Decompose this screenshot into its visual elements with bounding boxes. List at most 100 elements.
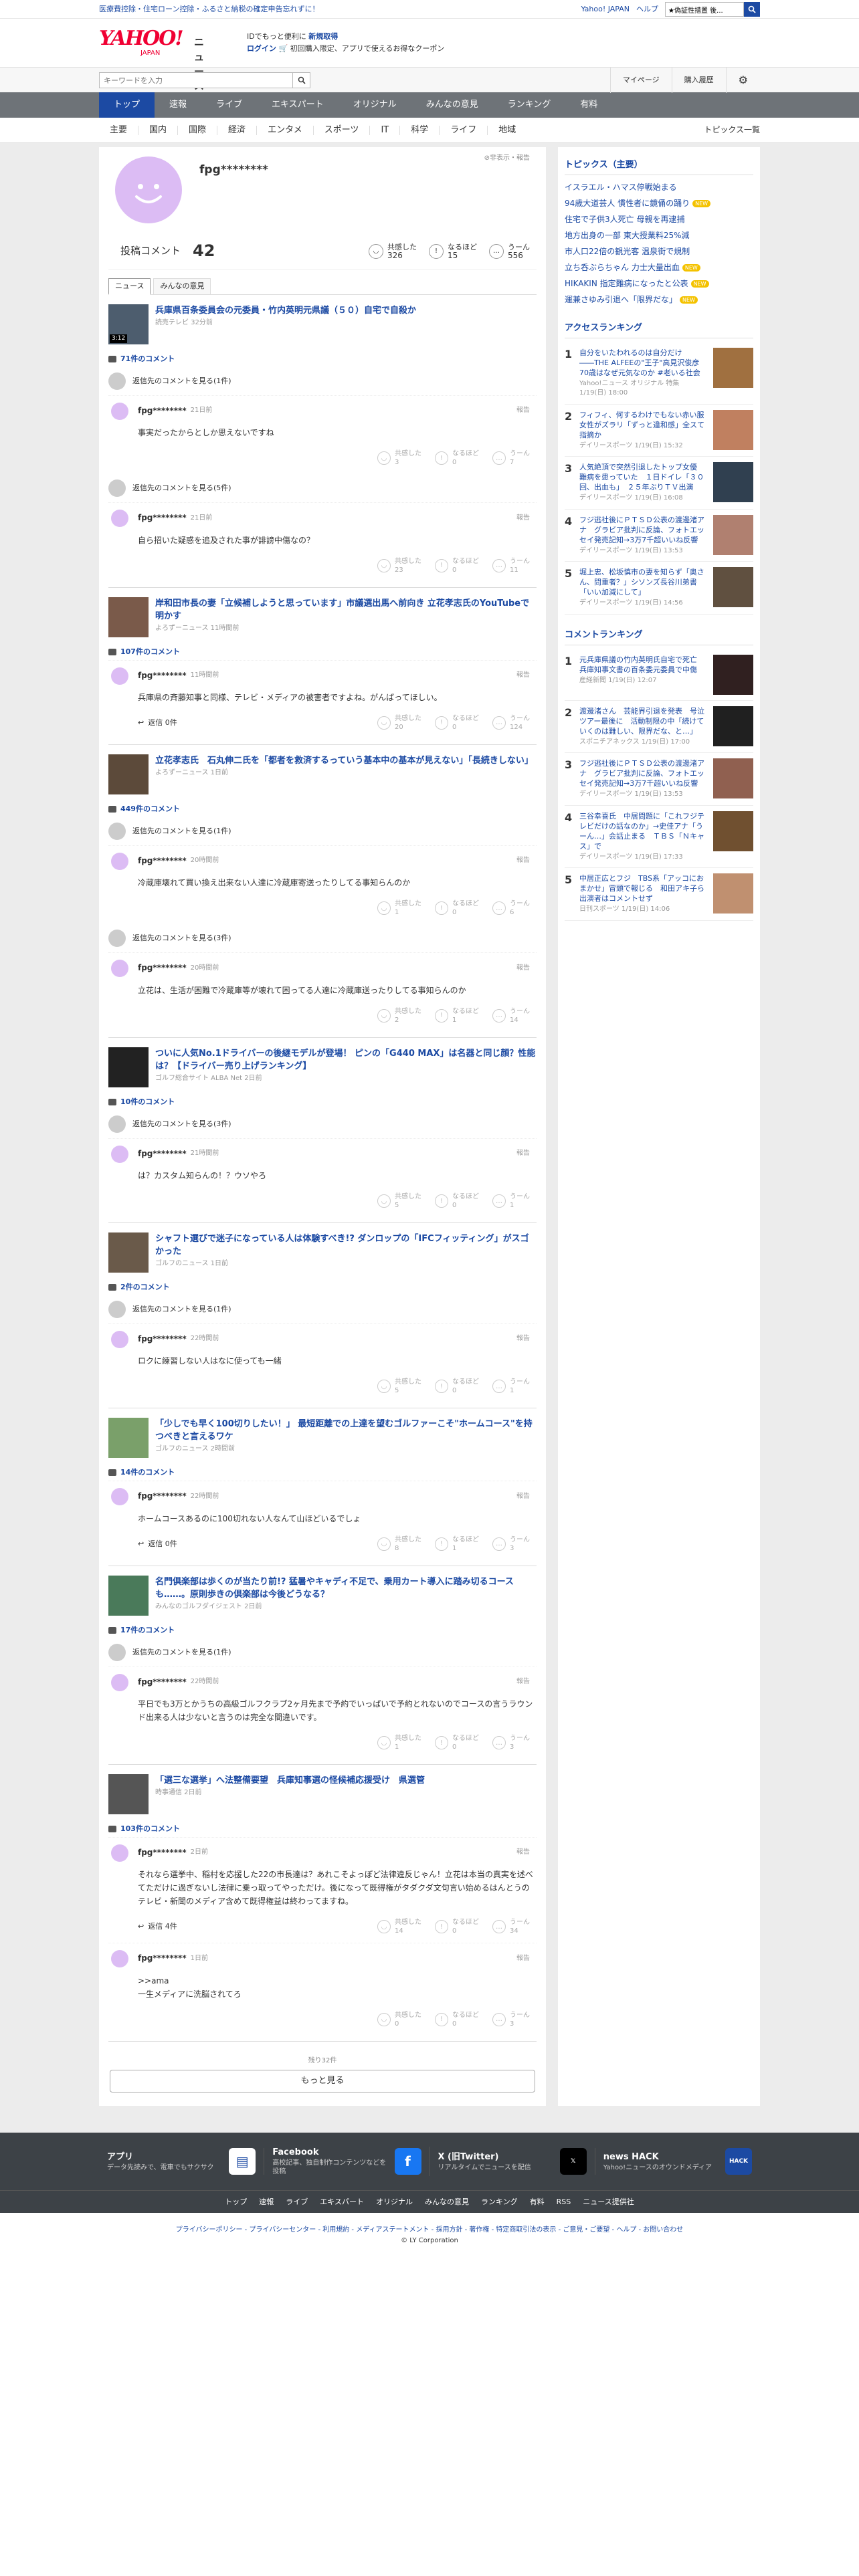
rank-title[interactable]: 堀上忠、松坂慎市の妻を知らず「奥さん、問重者？」シソンズ長谷川弟書「いい加減にし… [579,567,708,597]
nav-item[interactable]: 速報 [155,92,201,118]
rank-thumbnail[interactable] [713,706,753,746]
more-button[interactable]: もっと見る [110,2070,535,2093]
comment-user[interactable]: fpg******** [138,1148,187,1160]
tab-news[interactable]: ニュース [108,278,151,295]
reply-button[interactable]: ↩ 返信 0件 [138,1539,177,1549]
article-header[interactable]: 立花孝志氏 石丸伸二氏を「都者を救済するっていう基本中の基本が見えない」「長続き… [108,754,537,794]
reaction-button[interactable]: … うーん 6 [492,899,530,917]
reaction-button[interactable]: … うーん 34 [492,1918,530,1935]
reaction-button[interactable]: ◡ 共感した 23 [377,557,421,574]
report-link[interactable]: 報告 [516,1848,530,1858]
comment-user[interactable]: fpg******** [138,512,187,524]
reaction-button[interactable]: … うーん 3 [492,1734,530,1751]
article-title[interactable]: ついに人気No.1ドライバーの後継モデルが登場！ ピンの「G440 MAX」は名… [155,1047,537,1073]
footer-nav-link[interactable]: RSS [557,2197,571,2208]
reaction-button[interactable]: … うーん 14 [492,1007,530,1025]
parent-comment-link[interactable]: 返信先のコメントを見る(3件) [108,924,537,952]
article-thumbnail[interactable] [108,1232,149,1273]
footer-nav-link[interactable]: エキスパート [320,2197,364,2208]
report-link[interactable]: 報告 [516,1334,530,1344]
rank-title[interactable]: フィフィ、何するわけでもない赤い服女性がズラリ「ずっと違和感」全スて指摘か [579,410,708,440]
reaction-button[interactable]: ! なるほど 0 [435,899,479,917]
topic-item[interactable]: 94歳大道芸人 慣性者に鏡俑の踊り NEW [565,195,753,211]
comment-user[interactable]: fpg******** [138,1491,187,1502]
topic-item[interactable]: 地方出身の一部 東大授業料25%減 [565,227,753,243]
comment-user[interactable]: fpg******** [138,670,187,681]
reaction-button[interactable]: ◡ 共感した 0 [377,2011,421,2028]
rank-title[interactable]: 自分をいたわれるのは自分だけ――THE ALFEEの"王子"高見沢俊彦70歳はな… [579,348,708,378]
promo-link[interactable]: 医療費控除・住宅ローン控除・ふるさと納税の確定申告忘れずに！ [99,4,319,15]
reaction-button[interactable]: ◡ 共感した 14 [377,1918,421,1935]
ranking-item[interactable]: 4 三谷幸喜氏 中居問題に「これフジテレビだけの話なのか」→史佳アナ「うーん…」会… [565,806,753,869]
article-title[interactable]: 立花孝志氏 石丸伸二氏を「都者を救済するっていう基本中の基本が見えない」「長続き… [155,754,533,767]
reaction-button[interactable]: … うーん 1 [492,1378,530,1395]
reaction-button[interactable]: ! なるほど 0 [435,714,479,732]
report-link[interactable]: 報告 [516,1677,530,1687]
report-link[interactable]: 報告 [516,514,530,524]
reaction-button[interactable]: ! なるほど 0 [435,1378,479,1395]
article-header[interactable]: 3:12 兵庫県百条委員会の元委員・竹内英明元県議（５０）自宅で自殺か 読売テレビ … [108,304,537,344]
article-header[interactable]: ついに人気No.1ドライバーの後継モデルが登場！ ピンの「G440 MAX」は名… [108,1047,537,1087]
rank-title[interactable]: 三谷幸喜氏 中居問題に「これフジテレビだけの話なのか」→史佳アナ「うーん…」会話… [579,811,708,851]
reaction-button[interactable]: ◡ 共感した 2 [377,1007,421,1025]
report-link[interactable]: 報告 [516,856,530,866]
reaction-button[interactable]: ◡ 共感した 20 [377,714,421,732]
comment-count-link[interactable]: 2件のコメント [108,1282,537,1293]
article-thumbnail[interactable] [108,1575,149,1616]
topic-item[interactable]: 立ち呑ぶらちゃん 力士大量出血 NEW [565,259,753,276]
search-button[interactable] [744,2,760,17]
nav-item[interactable]: みんなの意見 [411,92,493,118]
ranking-item[interactable]: 1 自分をいたわれるのは自分だけ――THE ALFEEの"王子"高見沢俊彦70歳は… [565,342,753,405]
article-title[interactable]: 「少しでも早く100切りしたい！」 最短距離での上達を望むゴルファーこそ"ホーム… [155,1418,537,1443]
signup-link[interactable]: 新規取得 [308,32,338,41]
reaction-button[interactable]: … うーん 7 [492,449,530,467]
ranking-item[interactable]: 5 中居正広とフジ TBS系「アッコにおまかせ」冒頭で報じる 和田アキ子ら出演者は… [565,868,753,921]
reaction-button[interactable]: ◡ 共感した 1 [377,899,421,917]
reaction-button[interactable]: ◡ 共感した 1 [377,1734,421,1751]
comment-user[interactable]: fpg******** [138,1953,187,1964]
report-link[interactable]: 報告 [516,671,530,681]
nav-item[interactable]: ランキング [493,92,566,118]
yahoo-japan-link[interactable]: Yahoo! JAPAN [581,4,630,15]
reaction-button[interactable]: ◡ 共感した 5 [377,1378,421,1395]
comment-user[interactable]: fpg******** [138,1847,187,1858]
category-item[interactable]: エンタメ [257,126,314,135]
web-search-input[interactable] [665,2,744,17]
nav-item[interactable]: ライブ [201,92,257,118]
category-item[interactable]: 主要 [99,126,139,135]
rank-title[interactable]: フジ逃社後にＰＴＳＤ公表の渡邊渚アナ グラビア批判に反論、フォトエッセイ発売記知… [579,515,708,545]
reaction-button[interactable]: ! なるほど 0 [435,449,479,467]
footer-nav-link[interactable]: 有料 [530,2197,545,2208]
settings-button[interactable]: ⚙ [725,68,760,93]
rank-title[interactable]: 人気絶頂で突然引退したトップ女優 難病を患っていた １日ドイレ「３０回、出血も」… [579,462,708,492]
comment-user[interactable]: fpg******** [138,855,187,867]
nav-item[interactable]: エキスパート [257,92,339,118]
profile-report-link[interactable]: ⊘非表示・報告 [484,154,530,164]
footer-nav-link[interactable]: オリジナル [376,2197,413,2208]
report-link[interactable]: 報告 [516,406,530,416]
footer-nav-link[interactable]: 速報 [259,2197,274,2208]
parent-comment-link[interactable]: 返信先のコメントを見る(1件) [108,367,537,395]
reaction-button[interactable]: ◡ 共感した 5 [377,1192,421,1210]
topic-item[interactable]: 市人口22倍の観光客 温泉街で規制 [565,243,753,259]
article-title[interactable]: 兵庫県百条委員会の元委員・竹内英明元県議（５０）自宅で自殺か [155,304,416,317]
topic-item[interactable]: HIKAKIN 指定難病になったと公表 NEW [565,276,753,292]
report-link[interactable]: 報告 [516,1954,530,1964]
article-header[interactable]: 「少しでも早く100切りしたい！」 最短距離での上達を望むゴルファーこそ"ホーム… [108,1418,537,1459]
footer-promo-item[interactable]: X (旧Twitter) リアルタイムでニュースを配信 𝕏 [430,2148,595,2175]
article-title[interactable]: 名門倶楽部は歩くのが当たり前!? 猛暑やキャディ不足で、乗用カート導入に踏み切る… [155,1576,537,1601]
tab-opinions[interactable]: みんなの意見 [153,278,211,294]
reaction-button[interactable]: ! なるほど 1 [435,1007,479,1025]
article-thumbnail[interactable]: 3:12 [108,304,149,344]
mypage-link[interactable]: マイページ [609,68,672,93]
ranking-item[interactable]: 1 元兵庫県議の竹内英明氏自宅で死亡 兵庫知事文書の百条委元委員で中傷 産経新聞 1… [565,649,753,701]
article-thumbnail[interactable] [108,1774,149,1815]
comment-count-link[interactable]: 103件のコメント [108,1824,537,1834]
rank-thumbnail[interactable] [713,654,753,695]
topic-item[interactable]: イスラエル・ハマス停戦始まる [565,179,753,195]
comment-count-link[interactable]: 17件のコメント [108,1625,537,1636]
ranking-item[interactable]: 5 堀上忠、松坂慎市の妻を知らず「奥さん、問重者？」シソンズ長谷川弟書「いい加減に… [565,562,753,615]
article-header[interactable]: 岸和田市長の妻「立候補しようと思っています」市議選出馬へ前向き 立花孝志氏のYo… [108,597,537,637]
category-item[interactable]: 国際 [178,126,218,135]
reaction-button[interactable]: ! なるほど 0 [435,1192,479,1210]
